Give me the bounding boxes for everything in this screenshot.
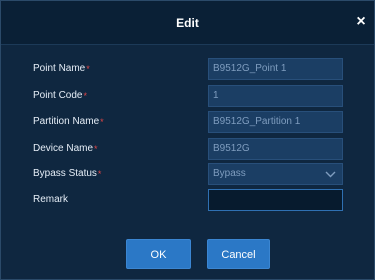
- bypass-status-label: Bypass Status*: [33, 163, 101, 185]
- partition-name-label: Partition Name*: [33, 111, 104, 133]
- bypass-status-select[interactable]: Bypass: [208, 163, 343, 185]
- point-name-label: Point Name*: [33, 58, 90, 80]
- form-row-partition-name: Partition Name* B9512G_Partition 1: [1, 111, 374, 133]
- dialog-titlebar: Edit ×: [1, 1, 374, 45]
- form-row-bypass-status: Bypass Status* Bypass: [1, 163, 374, 185]
- required-marker: *: [83, 91, 87, 101]
- close-icon[interactable]: ×: [354, 14, 368, 30]
- partition-name-value: B9512G_Partition 1: [213, 116, 301, 127]
- chevron-down-icon: [325, 171, 336, 178]
- device-name-value: B9512G: [213, 143, 250, 154]
- bypass-status-label-text: Bypass Status: [33, 168, 97, 179]
- required-marker: *: [86, 64, 90, 74]
- device-name-input[interactable]: B9512G: [208, 138, 343, 160]
- partition-name-label-text: Partition Name: [33, 116, 100, 127]
- remark-label: Remark: [33, 189, 68, 211]
- point-name-value: B9512G_Point 1: [213, 63, 287, 74]
- required-marker: *: [97, 169, 102, 179]
- form-row-point-code: Point Code* 1: [1, 85, 374, 107]
- form-row-device-name: Device Name* B9512G: [1, 138, 374, 160]
- form-row-point-name: Point Name* B9512G_Point 1: [1, 58, 374, 80]
- required-marker: *: [94, 144, 98, 154]
- cancel-button[interactable]: Cancel: [207, 239, 270, 269]
- bypass-status-value: Bypass: [213, 168, 246, 179]
- point-name-label-text: Point Name: [33, 63, 86, 74]
- point-code-label: Point Code*: [33, 85, 87, 107]
- dialog-title: Edit: [176, 16, 199, 30]
- required-marker: *: [100, 117, 104, 127]
- point-name-input[interactable]: B9512G_Point 1: [208, 58, 343, 80]
- point-code-label-text: Point Code: [33, 90, 83, 101]
- ok-button[interactable]: OK: [126, 239, 191, 269]
- device-name-label-text: Device Name: [33, 143, 94, 154]
- remark-input[interactable]: [208, 189, 343, 211]
- form-row-remark: Remark: [1, 189, 374, 211]
- device-name-label: Device Name*: [33, 138, 98, 160]
- point-code-value: 1: [213, 90, 219, 101]
- remark-label-text: Remark: [33, 194, 69, 205]
- partition-name-input[interactable]: B9512G_Partition 1: [208, 111, 343, 133]
- point-code-input[interactable]: 1: [208, 85, 343, 107]
- edit-dialog: Edit × Point Name* B9512G_Point 1 Point …: [0, 0, 375, 280]
